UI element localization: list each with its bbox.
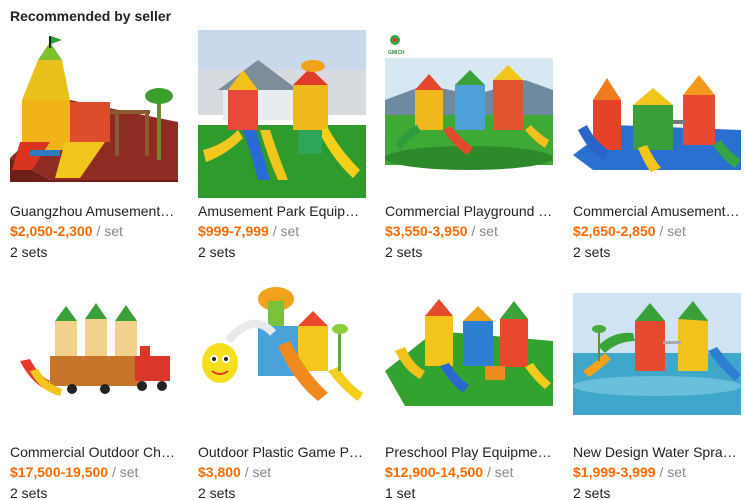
price-unit: / set (240, 464, 272, 480)
min-order: 2 sets (573, 485, 611, 500)
product-card[interactable]: GMICH Commercial Playground E... $3,550-… (385, 30, 553, 260)
min-order: 2 sets (10, 485, 48, 500)
product-image[interactable] (198, 271, 366, 439)
product-name[interactable]: Guangzhou Amusement E... (10, 203, 178, 219)
product-card[interactable]: Commercial Outdoor Chil... $17,500-19,50… (10, 271, 178, 500)
min-order: 2 sets (385, 244, 423, 260)
price-row: $17,500-19,500 / set (10, 464, 178, 480)
price-row: $3,800 / set (198, 464, 366, 480)
product-price: $17,500-19,500 (10, 464, 109, 480)
price-unit: / set (467, 223, 498, 239)
product-card[interactable]: Commercial Amusement ... $2,650-2,850 / … (573, 30, 741, 260)
product-name[interactable]: Commercial Outdoor Chil... (10, 444, 178, 460)
product-card[interactable]: Guangzhou Amusement E... $2,050-2,300 / … (10, 30, 178, 260)
product-card[interactable]: Outdoor Plastic Game Pla... $3,800 / set… (198, 271, 366, 500)
product-image[interactable] (10, 271, 178, 439)
product-image[interactable] (573, 30, 741, 198)
price-unit: / set (655, 223, 686, 239)
product-image[interactable] (385, 271, 553, 439)
min-order: 2 sets (198, 244, 236, 260)
price-unit: / set (655, 464, 686, 480)
product-name[interactable]: Commercial Amusement ... (573, 203, 741, 219)
price-row: $1,999-3,999 / set (573, 464, 741, 480)
price-row: $2,050-2,300 / set (10, 223, 178, 239)
price-unit: / set (108, 464, 139, 480)
product-price: $3,800 (198, 464, 241, 480)
product-price: $3,550-3,950 (385, 223, 468, 239)
product-price: $12,900-14,500 (385, 464, 484, 480)
product-image[interactable] (198, 30, 366, 198)
product-image[interactable] (573, 271, 741, 439)
product-card[interactable]: New Design Water Spray ... $1,999-3,999 … (573, 271, 741, 500)
product-price: $1,999-3,999 (573, 464, 656, 480)
price-row: $12,900-14,500 / set (385, 464, 553, 480)
min-order: 2 sets (10, 244, 48, 260)
min-order: 2 sets (573, 244, 611, 260)
product-name[interactable]: New Design Water Spray ... (573, 444, 741, 460)
price-unit: / set (92, 223, 123, 239)
product-image[interactable]: GMICH (385, 30, 553, 198)
product-image[interactable] (10, 30, 178, 198)
brand-logo-text: GMICH (388, 50, 405, 56)
product-card[interactable]: Amusement Park Equipm... $999-7,999 / se… (198, 30, 366, 260)
price-row: $2,650-2,850 / set (573, 223, 741, 239)
product-name[interactable]: Preschool Play Equipmen... (385, 444, 553, 460)
min-order: 2 sets (198, 485, 236, 500)
price-row: $3,550-3,950 / set (385, 223, 553, 239)
price-row: $999-7,999 / set (198, 223, 366, 239)
product-name[interactable]: Commercial Playground E... (385, 203, 553, 219)
product-name[interactable]: Amusement Park Equipm... (198, 203, 366, 219)
price-unit: / set (268, 223, 300, 239)
product-card[interactable]: Preschool Play Equipmen... $12,900-14,50… (385, 271, 553, 500)
product-price: $999-7,999 (198, 223, 269, 239)
product-price: $2,650-2,850 (573, 223, 656, 239)
product-grid: Guangzhou Amusement E... $2,050-2,300 / … (0, 0, 745, 500)
min-order: 1 set (385, 485, 416, 500)
product-price: $2,050-2,300 (10, 223, 93, 239)
product-name[interactable]: Outdoor Plastic Game Pla... (198, 444, 366, 460)
price-unit: / set (483, 464, 514, 480)
